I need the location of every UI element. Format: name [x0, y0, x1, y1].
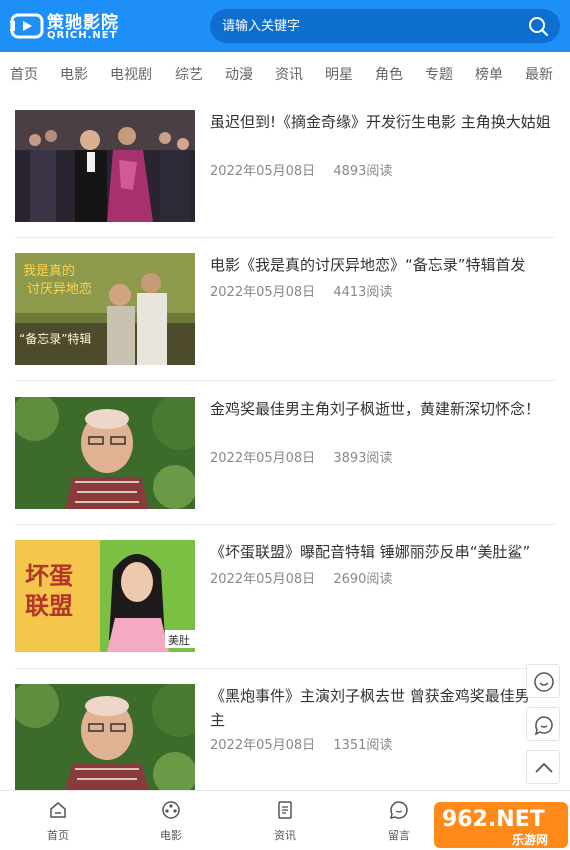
thumb-text: “备忘录”特辑: [19, 331, 91, 346]
site-logo[interactable]: 策驰影院 QRICH.NET: [10, 8, 120, 46]
comment-button[interactable]: [526, 707, 560, 741]
logo-icon: [10, 13, 44, 39]
tab-home[interactable]: 首页: [18, 791, 98, 850]
watermark-brand: 962.NET: [442, 807, 545, 832]
tab-label: 资讯: [274, 829, 296, 842]
tab-label: 留言: [388, 829, 410, 842]
article-date: 2022年05月08日: [210, 451, 316, 466]
nav-item-stars[interactable]: 明星: [325, 64, 353, 84]
category-nav: 首页 电影 电视剧 综艺 动漫 资讯 明星 角色 专题 榜单 最新: [0, 52, 570, 96]
divider: [15, 668, 555, 669]
search-icon[interactable]: [528, 16, 548, 36]
tab-messages[interactable]: 留言: [359, 791, 439, 850]
tab-label: 电影: [160, 829, 182, 842]
tab-news[interactable]: 资讯: [245, 791, 325, 850]
article-title[interactable]: 电影《我是真的讨厌异地恋》“备忘录”特辑首发: [210, 253, 560, 277]
nav-item-news[interactable]: 资讯: [275, 64, 303, 84]
smile-icon: [534, 672, 554, 692]
document-icon: [278, 801, 292, 819]
article-thumbnail[interactable]: 我是真的 讨厌异地恋 “备忘录”特辑: [15, 253, 195, 365]
nav-item-roles[interactable]: 角色: [375, 64, 403, 84]
article-meta: 2022年05月08日 4893阅读: [210, 160, 406, 179]
article-item[interactable]: 金鸡奖最佳男主角刘子枫逝世，黄建新深切怀念！ 2022年05月08日 3893阅…: [15, 397, 555, 509]
article-date: 2022年05月08日: [210, 572, 316, 587]
article-meta: 2022年05月08日 3893阅读: [210, 447, 406, 466]
logo-domain: QRICH.NET: [47, 30, 118, 41]
thumb-text: 联盟: [25, 592, 73, 620]
header-bar: 策驰影院 QRICH.NET: [0, 0, 570, 52]
back-to-top-button[interactable]: [526, 750, 560, 784]
nav-item-anime[interactable]: 动漫: [225, 64, 253, 84]
film-reel-icon: [162, 801, 180, 819]
article-read-count: 3893阅读: [333, 451, 393, 466]
article-meta: 2022年05月08日 2690阅读: [210, 568, 406, 587]
nav-item-variety[interactable]: 综艺: [175, 64, 203, 84]
article-thumbnail[interactable]: [15, 397, 195, 509]
watermark-logo: 962.NET 乐游网: [432, 800, 570, 850]
chevron-up-icon: [535, 762, 553, 773]
search-box: [210, 9, 560, 43]
chat-button[interactable]: [526, 664, 560, 698]
article-meta: 2022年05月08日 4413阅读: [210, 281, 406, 300]
article-read-count: 4413阅读: [333, 285, 393, 300]
search-input[interactable]: [222, 9, 522, 43]
tab-label: 首页: [47, 829, 69, 842]
article-item[interactable]: 《黑炮事件》主演刘子枫去世 曾获金鸡奖最佳男主 2022年05月08日 1351…: [15, 684, 555, 796]
divider: [15, 237, 555, 238]
home-icon: [50, 802, 66, 818]
nav-item-tv[interactable]: 电视剧: [110, 64, 152, 84]
nav-item-movie[interactable]: 电影: [60, 64, 88, 84]
tab-movie[interactable]: 电影: [131, 791, 211, 850]
thumb-text: 美肚: [168, 633, 190, 647]
article-thumbnail[interactable]: [15, 110, 195, 222]
article-read-count: 1351阅读: [333, 738, 393, 753]
message-icon: [389, 801, 408, 820]
article-title[interactable]: 《黑炮事件》主演刘子枫去世 曾获金鸡奖最佳男主: [210, 684, 530, 732]
article-date: 2022年05月08日: [210, 164, 316, 179]
article-read-count: 4893阅读: [333, 164, 393, 179]
nav-item-ranking[interactable]: 榜单: [475, 64, 503, 84]
article-thumbnail[interactable]: 坏蛋 联盟 美肚: [15, 540, 195, 652]
article-title[interactable]: 虽迟但到!《摘金奇缘》开发衍生电影 主角换大姑姐: [210, 110, 560, 134]
article-item[interactable]: 我是真的 讨厌异地恋 “备忘录”特辑 电影《我是真的讨厌异地恋》“备忘录”特辑首…: [15, 253, 555, 365]
thumb-text: 坏蛋: [25, 562, 73, 590]
article-date: 2022年05月08日: [210, 738, 316, 753]
article-meta: 2022年05月08日 1351阅读: [210, 734, 406, 753]
nav-item-topics[interactable]: 专题: [425, 64, 453, 84]
article-thumbnail[interactable]: [15, 684, 195, 790]
divider: [15, 380, 555, 381]
article-item[interactable]: 虽迟但到!《摘金奇缘》开发衍生电影 主角换大姑姐 2022年05月08日 489…: [15, 110, 555, 222]
article-date: 2022年05月08日: [210, 285, 316, 300]
article-title[interactable]: 《坏蛋联盟》曝配音特辑 锤娜丽莎反串“美肚鲨”: [210, 540, 560, 564]
watermark-sub: 乐游网: [512, 832, 548, 847]
article-item[interactable]: 坏蛋 联盟 美肚 《坏蛋联盟》曝配音特辑 锤娜丽莎反串“美肚鲨” 2022年05…: [15, 540, 555, 652]
article-title[interactable]: 金鸡奖最佳男主角刘子枫逝世，黄建新深切怀念！: [210, 397, 560, 421]
nav-item-home[interactable]: 首页: [10, 64, 38, 84]
nav-item-latest[interactable]: 最新: [525, 64, 553, 84]
thumb-text: 讨厌异地恋: [27, 281, 92, 297]
thumb-text: 我是真的: [23, 263, 75, 279]
divider: [15, 524, 555, 525]
comment-icon: [534, 716, 553, 736]
article-read-count: 2690阅读: [333, 572, 393, 587]
